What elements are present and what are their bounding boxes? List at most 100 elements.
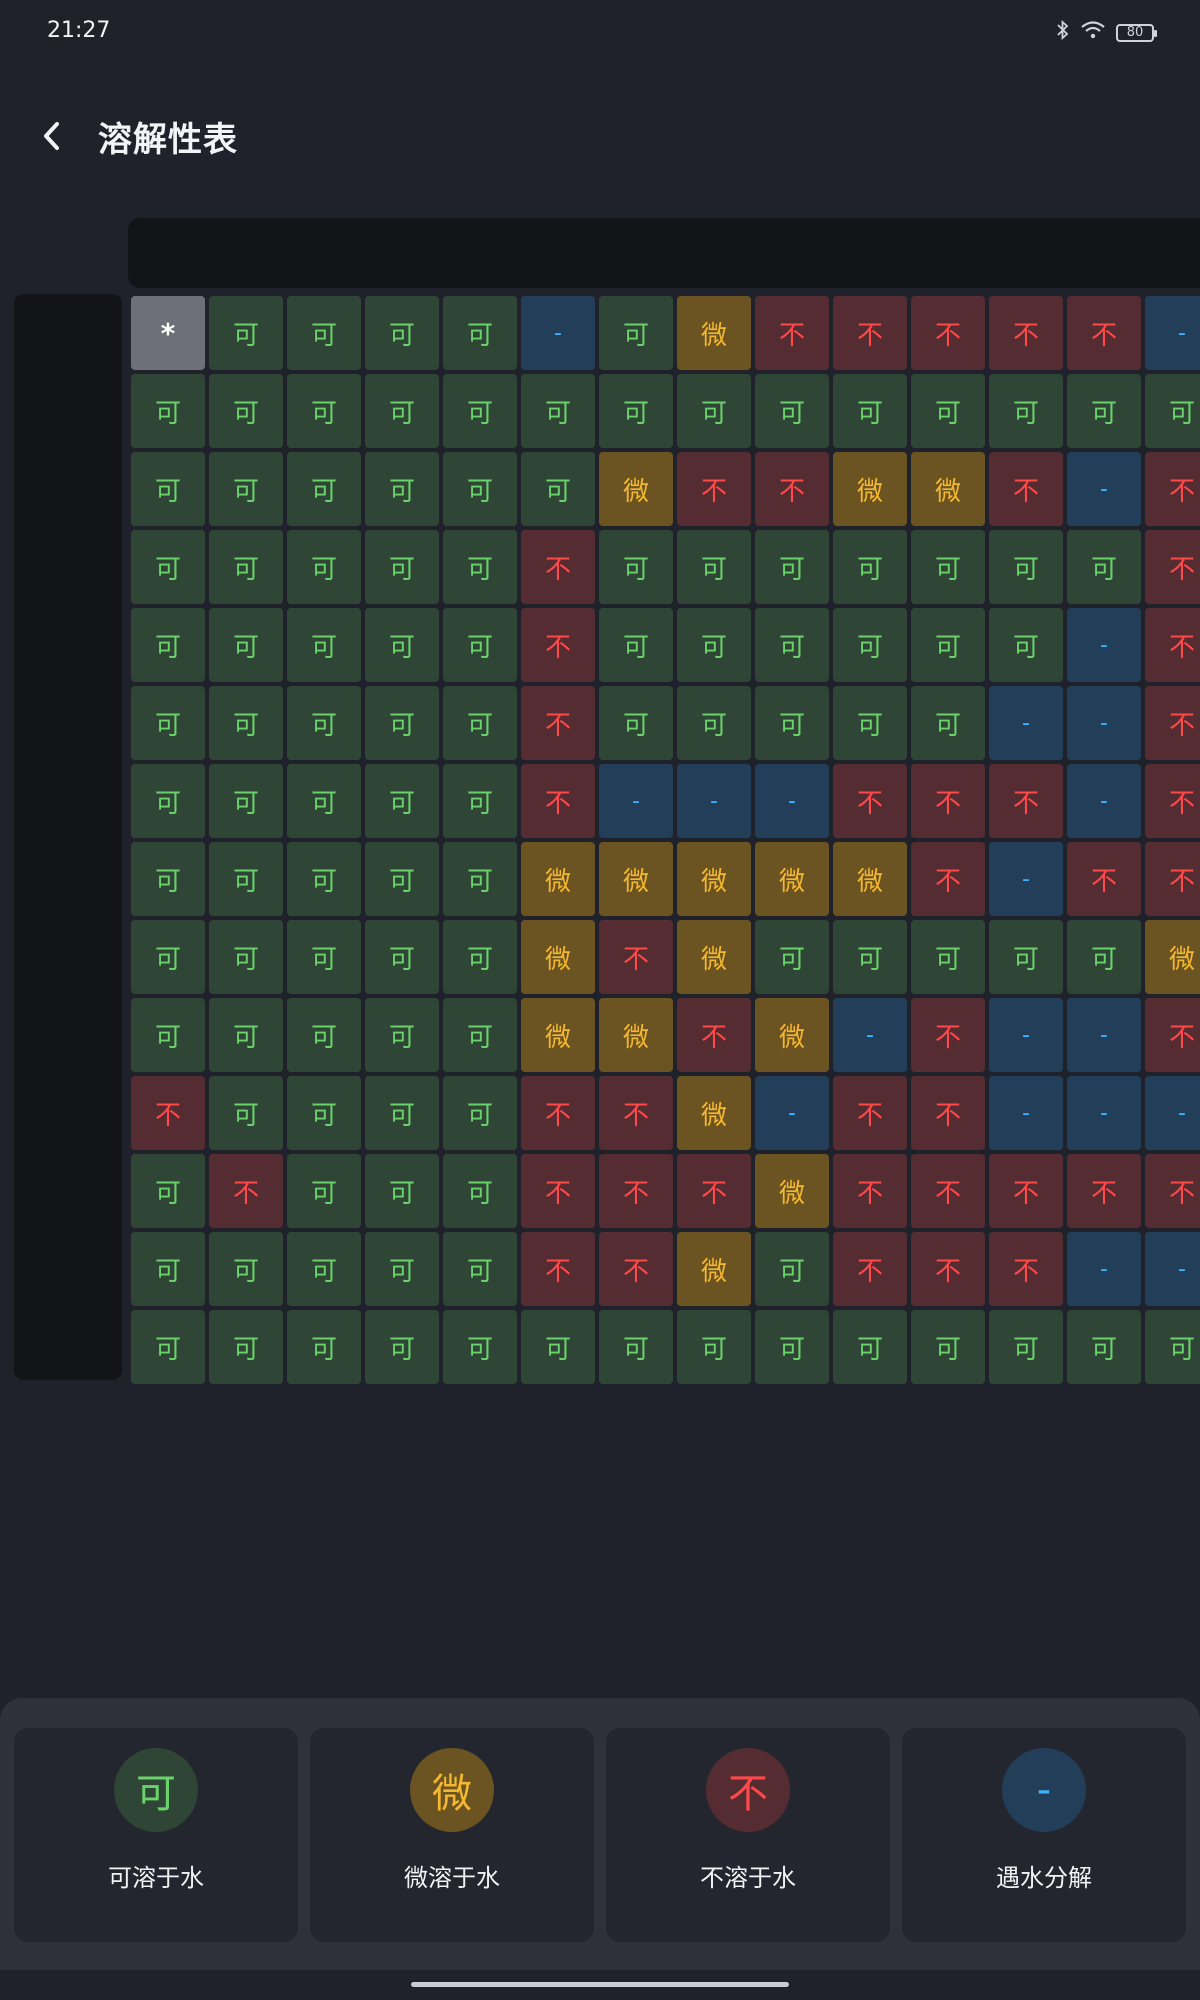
solubility-cell[interactable]: * bbox=[131, 296, 205, 370]
cation-header[interactable] bbox=[207, 218, 285, 288]
solubility-cell[interactable]: 可 bbox=[365, 1310, 439, 1384]
anion-label[interactable] bbox=[14, 374, 122, 448]
solubility-cell[interactable]: 可 bbox=[911, 686, 985, 760]
solubility-cell[interactable]: 不 bbox=[599, 1154, 673, 1228]
solubility-cell[interactable]: - bbox=[677, 764, 751, 838]
solubility-cell[interactable]: 可 bbox=[989, 374, 1063, 448]
solubility-cell[interactable]: 微 bbox=[755, 1154, 829, 1228]
cation-header[interactable] bbox=[285, 218, 363, 288]
solubility-cell[interactable]: 可 bbox=[1067, 1310, 1141, 1384]
solubility-cell[interactable]: 微 bbox=[521, 842, 595, 916]
solubility-cell[interactable]: 可 bbox=[443, 1310, 517, 1384]
solubility-cell[interactable]: 可 bbox=[755, 1232, 829, 1306]
solubility-cell[interactable]: 可 bbox=[1067, 920, 1141, 994]
solubility-cell[interactable]: 可 bbox=[131, 374, 205, 448]
solubility-cell[interactable]: 可 bbox=[833, 530, 907, 604]
solubility-cell[interactable]: 不 bbox=[989, 296, 1063, 370]
solubility-cell[interactable]: 可 bbox=[755, 530, 829, 604]
solubility-cell[interactable]: 可 bbox=[755, 1310, 829, 1384]
solubility-cell[interactable]: 可 bbox=[365, 530, 439, 604]
solubility-cell[interactable]: 不 bbox=[1067, 296, 1141, 370]
solubility-cell[interactable]: 可 bbox=[365, 1076, 439, 1150]
legend-card[interactable]: - 遇水分解 bbox=[902, 1728, 1186, 1942]
solubility-cell[interactable]: 不 bbox=[521, 1076, 595, 1150]
solubility-cell[interactable]: 可 bbox=[365, 608, 439, 682]
solubility-cell[interactable]: 不 bbox=[599, 1076, 673, 1150]
solubility-cell[interactable]: - bbox=[1067, 1232, 1141, 1306]
solubility-cell[interactable]: 不 bbox=[1145, 998, 1200, 1072]
solubility-cell[interactable]: - bbox=[1067, 686, 1141, 760]
solubility-cell[interactable]: 微 bbox=[521, 998, 595, 1072]
solubility-cell[interactable]: 可 bbox=[677, 1310, 751, 1384]
anion-label[interactable] bbox=[14, 452, 122, 526]
solubility-cell[interactable]: 可 bbox=[365, 842, 439, 916]
solubility-cell[interactable]: 可 bbox=[521, 452, 595, 526]
solubility-cell[interactable]: 可 bbox=[131, 842, 205, 916]
solubility-cell[interactable]: 不 bbox=[911, 1076, 985, 1150]
solubility-cell[interactable]: 可 bbox=[833, 920, 907, 994]
solubility-cell[interactable]: 可 bbox=[599, 1310, 673, 1384]
solubility-cell[interactable]: 可 bbox=[833, 1310, 907, 1384]
solubility-cell[interactable]: 可 bbox=[209, 296, 283, 370]
anion-label[interactable] bbox=[14, 920, 122, 994]
solubility-cell[interactable]: 可 bbox=[287, 608, 361, 682]
solubility-cell[interactable]: 微 bbox=[755, 842, 829, 916]
solubility-cell[interactable]: 不 bbox=[911, 998, 985, 1072]
cation-header[interactable] bbox=[519, 218, 597, 288]
solubility-cell[interactable]: 可 bbox=[599, 296, 673, 370]
solubility-cell[interactable]: 不 bbox=[833, 1154, 907, 1228]
solubility-cell[interactable]: 可 bbox=[131, 920, 205, 994]
anion-label[interactable] bbox=[14, 1310, 122, 1384]
solubility-cell[interactable]: 可 bbox=[287, 998, 361, 1072]
solubility-cell[interactable]: - bbox=[755, 1076, 829, 1150]
solubility-cell[interactable]: 可 bbox=[443, 374, 517, 448]
solubility-cell[interactable]: - bbox=[1067, 608, 1141, 682]
solubility-cell[interactable]: 可 bbox=[1067, 374, 1141, 448]
solubility-cell[interactable]: 不 bbox=[1145, 1154, 1200, 1228]
solubility-cell[interactable]: 不 bbox=[1145, 686, 1200, 760]
solubility-cell[interactable]: 可 bbox=[677, 608, 751, 682]
solubility-cell[interactable]: 不 bbox=[1145, 764, 1200, 838]
solubility-cell[interactable]: 不 bbox=[677, 998, 751, 1072]
solubility-cell[interactable]: 可 bbox=[599, 530, 673, 604]
back-button[interactable] bbox=[28, 112, 76, 160]
cation-header[interactable] bbox=[363, 218, 441, 288]
solubility-cell[interactable]: 可 bbox=[599, 608, 673, 682]
solubility-cell[interactable]: 可 bbox=[209, 452, 283, 526]
solubility-cell[interactable]: 不 bbox=[209, 1154, 283, 1228]
solubility-cell[interactable]: - bbox=[1067, 452, 1141, 526]
solubility-cell[interactable]: - bbox=[833, 998, 907, 1072]
solubility-cell[interactable]: - bbox=[755, 764, 829, 838]
solubility-cell[interactable]: 微 bbox=[677, 1232, 751, 1306]
solubility-cell[interactable]: 可 bbox=[131, 1310, 205, 1384]
solubility-cell[interactable]: 可 bbox=[755, 374, 829, 448]
solubility-cell[interactable]: 可 bbox=[443, 764, 517, 838]
solubility-cell[interactable]: 可 bbox=[209, 842, 283, 916]
solubility-cell[interactable]: - bbox=[521, 296, 595, 370]
solubility-cell[interactable]: 可 bbox=[911, 374, 985, 448]
solubility-cell[interactable]: - bbox=[989, 842, 1063, 916]
anion-label[interactable] bbox=[14, 842, 122, 916]
solubility-cell[interactable]: - bbox=[989, 1076, 1063, 1150]
solubility-cell[interactable]: 可 bbox=[209, 1076, 283, 1150]
solubility-cell[interactable]: 可 bbox=[287, 1310, 361, 1384]
solubility-cell[interactable]: 微 bbox=[833, 452, 907, 526]
solubility-cell[interactable]: - bbox=[1145, 1232, 1200, 1306]
solubility-cell[interactable]: 不 bbox=[599, 920, 673, 994]
solubility-cell[interactable]: 不 bbox=[911, 842, 985, 916]
solubility-cell[interactable]: 可 bbox=[287, 842, 361, 916]
solubility-cell[interactable]: 可 bbox=[677, 374, 751, 448]
solubility-cell[interactable]: 可 bbox=[209, 374, 283, 448]
home-indicator[interactable] bbox=[411, 1982, 789, 1987]
solubility-cell[interactable]: 可 bbox=[209, 1232, 283, 1306]
anion-label[interactable] bbox=[14, 686, 122, 760]
solubility-cell[interactable]: 不 bbox=[1145, 530, 1200, 604]
solubility-cell[interactable]: 可 bbox=[599, 686, 673, 760]
solubility-cell[interactable]: 不 bbox=[989, 1232, 1063, 1306]
anion-label[interactable] bbox=[14, 608, 122, 682]
solubility-cell[interactable]: 不 bbox=[833, 1076, 907, 1150]
solubility-cell[interactable]: 可 bbox=[365, 1154, 439, 1228]
solubility-cell[interactable]: 可 bbox=[131, 764, 205, 838]
solubility-cell[interactable]: 可 bbox=[755, 686, 829, 760]
solubility-cell[interactable]: 不 bbox=[1145, 842, 1200, 916]
